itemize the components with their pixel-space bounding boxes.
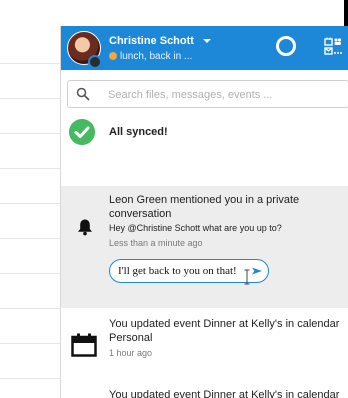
background-divider <box>0 98 62 99</box>
activity-panel: Christine Schott lunch, back in ... Sear… <box>60 26 348 398</box>
chevron-down-icon[interactable] <box>203 39 211 43</box>
mention-title: Leon Green mentioned you in a private co… <box>109 194 300 220</box>
background-divider <box>0 343 62 344</box>
user-status[interactable]: lunch, back in ... <box>109 51 192 62</box>
background-divider <box>0 133 62 134</box>
text-cursor-icon <box>244 269 250 285</box>
mention-activity[interactable]: Leon Green mentioned you in a private co… <box>61 186 348 308</box>
check-circle-icon <box>69 119 95 145</box>
search-icon <box>76 87 90 101</box>
panel-header: Christine Schott lunch, back in ... <box>61 26 348 70</box>
event-time: 1 hour ago <box>109 348 153 358</box>
apps-icon[interactable] <box>324 37 342 57</box>
user-name[interactable]: Christine Schott <box>109 35 194 47</box>
reply-input[interactable] <box>118 260 248 282</box>
event-title: You updated event Dinner at Kelly's in c… <box>109 389 340 398</box>
status-dot-icon <box>88 55 102 69</box>
sync-status: All synced! <box>109 126 168 138</box>
search-input[interactable] <box>106 81 346 109</box>
mention-time: Less than a minute ago <box>109 238 203 248</box>
background-divider <box>0 203 62 204</box>
background-divider <box>0 378 62 379</box>
app-logo-icon[interactable] <box>276 36 296 56</box>
search-bar[interactable] <box>67 80 348 109</box>
mention-message: Hey @Christine Schott what are you up to… <box>109 223 282 233</box>
background-divider <box>0 273 62 274</box>
calendar-icon <box>71 333 97 357</box>
background-divider <box>0 308 62 309</box>
user-status-text: lunch, back in ... <box>120 51 193 62</box>
background-divider <box>0 168 62 169</box>
status-emoji-icon <box>109 52 117 60</box>
background-divider <box>0 238 62 239</box>
send-icon[interactable] <box>251 265 263 277</box>
background-divider <box>0 63 62 64</box>
event-title: You updated event Dinner at Kelly's in c… <box>109 318 340 344</box>
bell-icon <box>78 219 92 236</box>
